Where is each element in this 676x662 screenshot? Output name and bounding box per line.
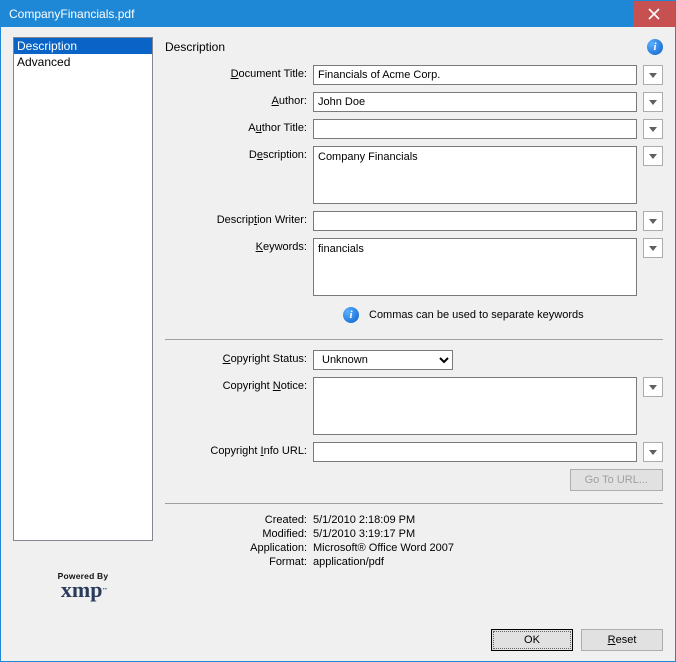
title-bar: CompanyFinancials.pdf — [1, 1, 675, 27]
author-title-input[interactable] — [313, 119, 637, 139]
keywords-hint: i Commas can be used to separate keyword… — [343, 307, 663, 323]
chevron-down-icon — [649, 219, 657, 224]
author-title-history-button[interactable] — [643, 119, 663, 139]
keywords-hint-text: Commas can be used to separate keywords — [369, 309, 584, 321]
dialog-window: CompanyFinancials.pdf Description Advanc… — [0, 0, 676, 662]
window-title: CompanyFinancials.pdf — [9, 7, 633, 21]
author-input[interactable] — [313, 92, 637, 112]
chevron-down-icon — [649, 450, 657, 455]
keywords-label: Keywords: — [165, 238, 313, 253]
modified-value: 5/1/2010 3:19:17 PM — [313, 528, 415, 540]
ok-button[interactable]: OK — [491, 629, 573, 651]
copyright-url-history-button[interactable] — [643, 442, 663, 462]
description-textarea[interactable]: Company Financials — [313, 146, 637, 204]
close-button[interactable] — [633, 1, 675, 27]
chevron-down-icon — [649, 154, 657, 159]
separator — [165, 339, 663, 340]
copyright-notice-history-button[interactable] — [643, 377, 663, 397]
copyright-status-label: Copyright Status: — [165, 350, 313, 365]
description-label: Description: — [165, 146, 313, 161]
chevron-down-icon — [649, 73, 657, 78]
reset-button[interactable]: Reset — [581, 629, 663, 651]
document-title-history-button[interactable] — [643, 65, 663, 85]
copyright-notice-label: Copyright Notice: — [165, 377, 313, 392]
go-to-url-button[interactable]: Go To URL... — [570, 469, 663, 491]
xmp-logo: Powered By xmp¨ — [13, 571, 153, 603]
modified-label: Modified: — [165, 528, 313, 540]
created-value: 5/1/2010 2:18:09 PM — [313, 514, 415, 526]
description-history-button[interactable] — [643, 146, 663, 166]
description-writer-input[interactable] — [313, 211, 637, 231]
keywords-textarea[interactable]: financials — [313, 238, 637, 296]
chevron-down-icon — [649, 385, 657, 390]
format-label: Format: — [165, 556, 313, 568]
nav-item-description[interactable]: Description — [14, 38, 152, 54]
format-value: application/pdf — [313, 556, 384, 568]
panel-header: Description i — [165, 37, 663, 57]
application-label: Application: — [165, 542, 313, 554]
document-title-label: Document Title: — [165, 65, 313, 80]
keywords-history-button[interactable] — [643, 238, 663, 258]
sidebar: Description Advanced Powered By xmp¨ — [13, 37, 153, 651]
dialog-body: Description Advanced Powered By xmp¨ Des… — [1, 27, 675, 661]
description-writer-history-button[interactable] — [643, 211, 663, 231]
author-label: Author: — [165, 92, 313, 107]
info-icon[interactable]: i — [647, 39, 663, 55]
info-icon: i — [343, 307, 359, 323]
created-label: Created: — [165, 514, 313, 526]
author-title-label: Author Title: — [165, 119, 313, 134]
close-icon — [648, 8, 660, 20]
application-value: Microsoft® Office Word 2007 — [313, 542, 454, 554]
description-writer-label: Description Writer: — [165, 211, 313, 226]
document-title-input[interactable] — [313, 65, 637, 85]
main-panel: Description i Document Title: Author: Au… — [165, 37, 663, 651]
xmp-brand: xmp¨ — [61, 581, 105, 603]
nav-item-advanced[interactable]: Advanced — [14, 54, 152, 70]
copyright-status-select[interactable]: Unknown — [313, 350, 453, 370]
separator — [165, 503, 663, 504]
metadata-block: Created:5/1/2010 2:18:09 PM Modified:5/1… — [165, 514, 663, 568]
panel-title: Description — [165, 40, 647, 54]
dialog-footer: OK Reset — [165, 619, 663, 651]
copyright-url-input[interactable] — [313, 442, 637, 462]
author-history-button[interactable] — [643, 92, 663, 112]
copyright-notice-textarea[interactable] — [313, 377, 637, 435]
copyright-url-label: Copyright Info URL: — [165, 442, 313, 457]
chevron-down-icon — [649, 100, 657, 105]
chevron-down-icon — [649, 246, 657, 251]
nav-list: Description Advanced — [13, 37, 153, 541]
chevron-down-icon — [649, 127, 657, 132]
